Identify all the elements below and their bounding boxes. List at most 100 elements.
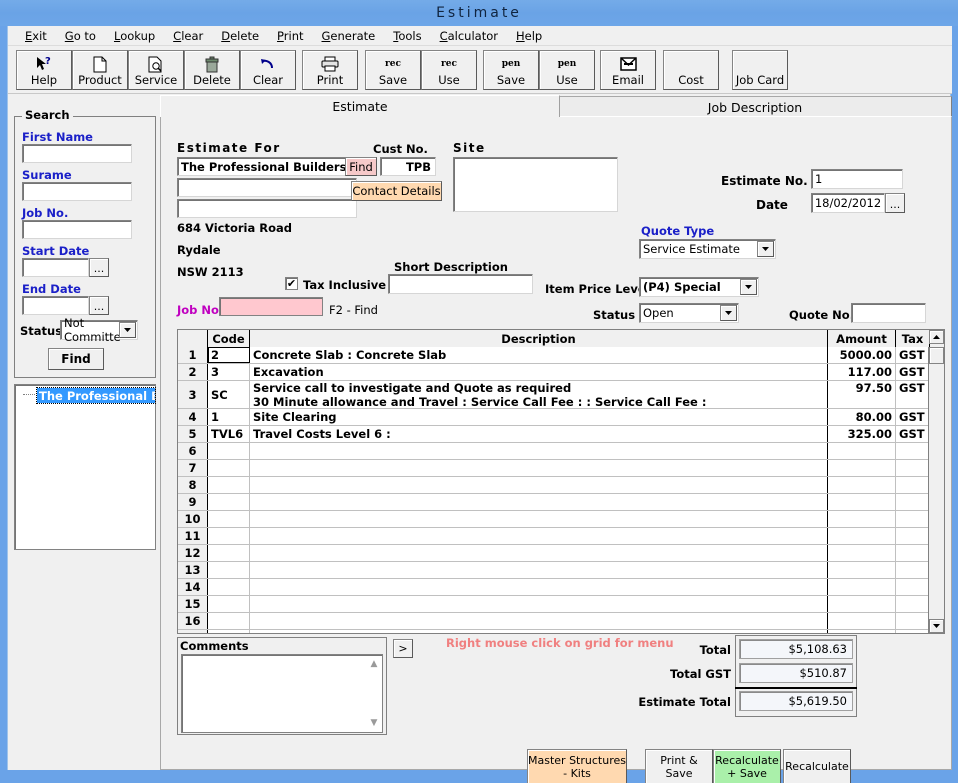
toolbar-button-service[interactable]: Service xyxy=(128,50,184,90)
toolbar-button-clear[interactable]: Clear xyxy=(240,50,296,90)
scroll-down-icon[interactable] xyxy=(929,619,944,633)
row-number[interactable]: 4 xyxy=(178,409,208,425)
cell-tax[interactable] xyxy=(896,579,930,595)
cell-amount[interactable] xyxy=(828,511,896,527)
cell-amount[interactable]: 325.00 xyxy=(828,426,896,442)
cell-description[interactable]: Site Clearing xyxy=(250,409,828,425)
row-number[interactable]: 12 xyxy=(178,545,208,561)
cell-tax[interactable] xyxy=(896,477,930,493)
comments-scrollbar[interactable]: ▲ ▼ xyxy=(367,656,381,731)
menu-item-calculator[interactable]: Calculator xyxy=(431,27,507,45)
menu-item-go-to[interactable]: Go to xyxy=(56,27,105,45)
chevron-down-icon[interactable] xyxy=(757,241,774,257)
cell-code[interactable] xyxy=(208,511,250,527)
cell-code[interactable]: 2 xyxy=(208,347,250,363)
recalculate-button[interactable]: Recalculate xyxy=(783,749,851,783)
cell-code[interactable] xyxy=(208,443,250,459)
print-and-save-button[interactable]: Print & Save xyxy=(645,749,713,783)
line-items-grid[interactable]: CodeDescriptionAmountTax▲ 12Concrete Sla… xyxy=(177,329,945,634)
estimate-no-input[interactable]: 1 xyxy=(811,169,903,189)
row-number[interactable]: 14 xyxy=(178,579,208,595)
grid-column-header-code[interactable]: Code xyxy=(208,330,250,347)
cust-no-input[interactable]: TPB xyxy=(380,157,436,176)
cell-tax[interactable] xyxy=(896,613,930,629)
cell-amount[interactable] xyxy=(828,630,896,633)
address-line3-input[interactable] xyxy=(177,199,357,218)
customer-name-input[interactable]: The Professional Builders xyxy=(177,157,357,176)
cell-code[interactable] xyxy=(208,596,250,612)
cell-amount[interactable] xyxy=(828,562,896,578)
table-row[interactable]: 4 1 Site Clearing 80.00 GST xyxy=(178,409,944,426)
cell-code[interactable]: TVL6 xyxy=(208,426,250,442)
site-input[interactable] xyxy=(453,157,618,212)
grid-vertical-scrollbar[interactable] xyxy=(928,330,944,633)
cell-amount[interactable] xyxy=(828,545,896,561)
search-status-select[interactable]: Not Committe xyxy=(60,316,138,344)
table-row[interactable]: 12 xyxy=(178,545,944,562)
cell-tax[interactable] xyxy=(896,545,930,561)
cell-description[interactable] xyxy=(250,511,828,527)
cell-amount[interactable] xyxy=(828,579,896,595)
cell-amount[interactable] xyxy=(828,528,896,544)
scroll-up-icon[interactable] xyxy=(929,330,944,344)
cell-tax[interactable] xyxy=(896,596,930,612)
table-row[interactable]: 3 SC Service call to investigate and Quote… xyxy=(178,381,944,409)
tree-item-customer[interactable]: The Professional Bu xyxy=(36,387,156,404)
start-date-input[interactable] xyxy=(22,258,89,277)
search-find-button[interactable]: Find xyxy=(48,348,104,370)
row-number[interactable]: 8 xyxy=(178,477,208,493)
recalculate-and-save-button[interactable]: Recalculate + Save xyxy=(713,749,781,783)
cell-tax[interactable]: GST xyxy=(896,381,930,408)
toolbar-button-email[interactable]: Email xyxy=(600,50,656,90)
master-structures-kits-button[interactable]: Master Structures - Kits xyxy=(527,749,627,783)
menu-item-generate[interactable]: Generate xyxy=(313,27,385,45)
cell-tax[interactable] xyxy=(896,511,930,527)
toolbar-button-job-card[interactable]: Job Card xyxy=(732,50,788,90)
cell-description[interactable]: Travel Costs Level 6 : xyxy=(250,426,828,442)
toolbar-button-use[interactable]: pen Use xyxy=(539,50,595,90)
cell-description[interactable]: Excavation xyxy=(250,364,828,380)
cell-amount[interactable]: 5000.00 xyxy=(828,347,896,363)
table-row[interactable]: 5 TVL6 Travel Costs Level 6 : 325.00 GST xyxy=(178,426,944,443)
cell-code[interactable] xyxy=(208,477,250,493)
grid-scroll-thumb[interactable] xyxy=(929,347,944,364)
toolbar-button-cost[interactable]: Cost xyxy=(663,50,719,90)
cell-amount[interactable] xyxy=(828,477,896,493)
cell-tax[interactable] xyxy=(896,528,930,544)
scroll-down-icon[interactable]: ▼ xyxy=(368,717,380,729)
row-number[interactable]: 1 xyxy=(178,347,208,363)
cell-code[interactable] xyxy=(208,613,250,629)
cell-description[interactable] xyxy=(250,443,828,459)
cell-code[interactable] xyxy=(208,630,250,633)
cell-amount[interactable] xyxy=(828,443,896,459)
job-no-form-input[interactable] xyxy=(219,297,323,316)
table-row[interactable]: 17 xyxy=(178,630,944,633)
date-picker-button[interactable]: ... xyxy=(885,193,905,213)
cell-tax[interactable] xyxy=(896,460,930,476)
quote-type-select[interactable]: Service Estimate xyxy=(639,239,776,259)
surname-input[interactable] xyxy=(22,182,132,201)
cell-code[interactable] xyxy=(208,460,250,476)
item-price-level-select[interactable]: (P4) Special xyxy=(639,277,759,297)
results-tree[interactable]: The Professional Bu xyxy=(14,384,156,550)
row-number[interactable]: 3 xyxy=(178,381,208,408)
cell-description[interactable] xyxy=(250,579,828,595)
cell-description[interactable] xyxy=(250,528,828,544)
table-row[interactable]: 13 xyxy=(178,562,944,579)
row-number[interactable]: 13 xyxy=(178,562,208,578)
toolbar-button-save[interactable]: pen Save xyxy=(483,50,539,90)
cell-description[interactable] xyxy=(250,562,828,578)
cell-code[interactable] xyxy=(208,494,250,510)
table-row[interactable]: 11 xyxy=(178,528,944,545)
short-description-input[interactable] xyxy=(388,274,533,294)
cell-amount[interactable]: 117.00 xyxy=(828,364,896,380)
table-row[interactable]: 1 2 Concrete Slab : Concrete Slab 5000.00 GS… xyxy=(178,347,944,364)
toolbar-button-save[interactable]: rec Save xyxy=(365,50,421,90)
table-row[interactable]: 14 xyxy=(178,579,944,596)
comments-textarea[interactable]: ▲ ▼ xyxy=(181,654,383,733)
cell-amount[interactable] xyxy=(828,613,896,629)
table-row[interactable]: 16 xyxy=(178,613,944,630)
row-number[interactable]: 15 xyxy=(178,596,208,612)
cell-description[interactable] xyxy=(250,613,828,629)
menu-item-clear[interactable]: Clear xyxy=(164,27,212,45)
